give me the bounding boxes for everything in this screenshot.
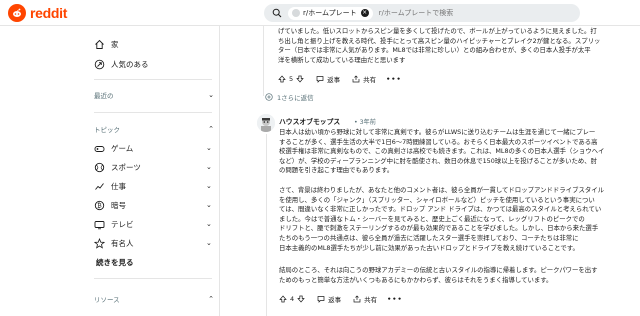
comment-icon: [317, 296, 325, 303]
downvote-icon[interactable]: [297, 295, 305, 303]
reply-label: 返事: [328, 296, 342, 304]
close-icon[interactable]: ×: [360, 9, 369, 17]
avatar[interactable]: [257, 114, 275, 132]
section-label: リソース: [94, 296, 120, 304]
section-label: トピック: [94, 126, 120, 134]
chevron-down-icon: ⌄: [206, 163, 212, 171]
sports-icon: [94, 162, 105, 173]
crypto-icon: ₿: [94, 200, 105, 211]
see-more-label: 続きを見る: [96, 257, 134, 267]
chevron-down-icon: ⌄: [206, 201, 212, 209]
brand-name: reddit: [30, 5, 68, 21]
search-input[interactable]: [378, 9, 549, 17]
more-options-icon[interactable]: •••: [386, 75, 401, 83]
sidebar-item-label: テレビ: [111, 219, 134, 229]
chevron-up-icon: ⌃: [208, 125, 214, 133]
subreddit-chip[interactable]: r/ホームプレート ×: [288, 6, 373, 20]
sidebar-item-label: スポーツ: [111, 162, 141, 172]
recent-section-header[interactable]: 最近の ⌄: [94, 88, 214, 102]
star-icon: [94, 237, 105, 249]
vote-control: 5: [278, 75, 304, 83]
comment-author[interactable]: ハウスオブモップス: [279, 116, 340, 126]
reply-button[interactable]: 返事: [316, 74, 340, 84]
topics-section-header[interactable]: トピック ⌃: [94, 122, 214, 136]
top-bar: reddit r/ホームプレート ×: [0, 0, 640, 26]
vote-control: 4: [279, 295, 305, 303]
subreddit-chip-label: r/ホームプレート: [303, 9, 357, 17]
sidebar-item-popular[interactable]: 人気のある: [94, 56, 149, 72]
thread-line[interactable]: [266, 134, 267, 316]
gamepad-icon: [94, 143, 105, 154]
chevron-down-icon: ⌄: [206, 182, 212, 190]
chevron-up-icon: ⌃: [208, 295, 214, 303]
share-button[interactable]: 共有: [353, 294, 377, 304]
sidebar-item-celebrity[interactable]: 有名人 ⌄: [94, 235, 212, 251]
share-button[interactable]: 共有: [352, 74, 376, 84]
resources-section-header[interactable]: リソース ⌃: [94, 292, 214, 306]
chevron-down-icon: ⌄: [206, 144, 212, 152]
subreddit-avatar: [292, 9, 300, 17]
reply-label: 返事: [327, 76, 341, 84]
reddit-logo[interactable]: reddit: [8, 4, 67, 22]
sidebar-item-business[interactable]: 仕事 ⌄: [94, 178, 212, 194]
share-icon: [353, 295, 361, 303]
divider: [94, 278, 212, 279]
thread-line: [263, 26, 264, 96]
more-options-icon[interactable]: •••: [387, 295, 402, 303]
share-label: 共有: [363, 76, 377, 84]
search-icon: [272, 8, 282, 18]
see-more-link[interactable]: 続きを見る: [96, 254, 134, 270]
sidebar-item-sports[interactable]: スポーツ ⌄: [94, 159, 212, 175]
comments-area: げていました。低いスロットからスピン量を多くして投げたので、ボールが上がっている…: [221, 26, 640, 316]
more-replies-link[interactable]: 1さらに返信: [265, 92, 314, 102]
comment-actions: 5 返事 共有 •••: [278, 74, 402, 84]
comment-body: さて、背景は終わりましたが、あなたと他のコメント者は、彼ら全員が一貫してドロップ…: [279, 186, 605, 252]
chevron-down-icon: ⌄: [208, 91, 214, 99]
comment-icon: [316, 76, 324, 83]
share-icon: [352, 75, 360, 83]
comment-actions: 4 返事 共有 •••: [279, 294, 403, 304]
downvote-icon[interactable]: [296, 75, 304, 83]
sidebar-item-label: 仕事: [111, 181, 126, 191]
section-label: 最近の: [94, 92, 114, 100]
reply-button[interactable]: 返事: [317, 294, 341, 304]
upvote-icon[interactable]: [279, 295, 287, 303]
comment-body: 結局のところ、それは向こうの野球アカデミーの伝統と古いスタイルの指導に帰着します…: [279, 266, 598, 284]
more-replies-label: 1さらに返信: [277, 94, 314, 102]
sidebar-item-crypto[interactable]: ₿ 暗号 ⌄: [94, 197, 212, 213]
chevron-down-icon: ⌄: [206, 239, 212, 247]
home-icon: [94, 39, 105, 50]
search-bar[interactable]: r/ホームプレート ×: [264, 4, 580, 22]
comment-body: げていました。低いスロットからスピン量を多くして投げたので、ボールが上がっている…: [278, 27, 601, 64]
tv-icon: [94, 219, 105, 230]
popular-icon: [94, 59, 105, 70]
sidebar-item-label: 人気のある: [111, 59, 149, 69]
upvote-icon[interactable]: [278, 75, 286, 83]
chart-icon: [94, 181, 105, 192]
chevron-down-icon: ⌄: [206, 220, 212, 228]
reddit-alien-icon: [8, 4, 26, 22]
sidebar-item-label: 家: [111, 39, 119, 49]
comment-body: 日本人は幼い頃から野球に対して非常に真剣です。彼らがLLWSに送り込むチームは生…: [279, 128, 605, 175]
sidebar-item-label: 有名人: [111, 238, 134, 248]
svg-text:₿: ₿: [97, 202, 102, 209]
share-label: 共有: [364, 296, 378, 304]
sidebar-item-television[interactable]: テレビ ⌄: [94, 216, 212, 232]
divider: [94, 79, 212, 80]
divider: [94, 112, 212, 113]
sidebar-item-home[interactable]: 家: [94, 36, 119, 52]
vote-count: 5: [289, 75, 294, 83]
sidebar-item-label: ゲーム: [111, 143, 134, 153]
sidebar-item-label: 暗号: [111, 200, 126, 210]
left-sidebar: 家 人気のある 最近の ⌄ トピック ⌃ ゲーム ⌄ スポーツ ⌄ 仕事 ⌄ ₿…: [0, 26, 220, 316]
vote-count: 4: [290, 295, 295, 303]
comment-timestamp: • 3年前: [354, 118, 376, 126]
plus-circle-icon: [265, 93, 273, 101]
sidebar-item-gaming[interactable]: ゲーム ⌄: [94, 140, 212, 156]
